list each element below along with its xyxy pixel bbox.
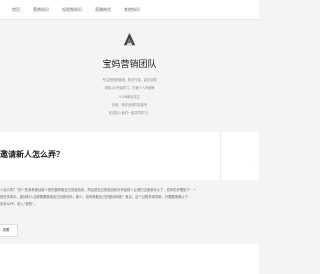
post-title[interactable]: 邀请新人怎么弄？	[0, 149, 64, 160]
nav-item-other[interactable]: 其他知识	[124, 7, 140, 13]
excerpt-line: 人怎么弄？”的一些参考邀请新人首先要获取自己的邀请码，然后把自己的邀请码分享给别…	[0, 188, 197, 192]
site-logo-icon[interactable]	[120, 30, 139, 49]
tagline-line: 抖音、快手全网同名账号	[111, 103, 148, 107]
tagline-line: 欢迎加入我们一起共同学习！	[108, 111, 151, 115]
nav-item-short-video[interactable]: 短视频知识	[62, 7, 82, 13]
nav-item-livestream[interactable]: 直播带货	[95, 7, 111, 13]
excerpt-line: 的好多事中，邀请别人注册需要使用自己的邀请码，那么，如何获取自己的邀请码呢？其实…	[0, 195, 188, 199]
next-post-card	[0, 244, 259, 274]
excerpt-line: 多多从PP，进入“我的”。	[0, 202, 38, 206]
top-navigation: 首页 营销知识 短视频知识 直播带货 其他知识	[0, 0, 259, 20]
post-excerpt: 人怎么弄？”的一些参考邀请新人首先要获取自己的邀请码，然后把自己的邀请码分享给别…	[0, 187, 259, 208]
tagline-line: 带你从0开始学习，打造个人IP品牌	[104, 86, 155, 90]
tagline-line: 5.2W粉丝关注	[119, 95, 140, 99]
nav-item-home[interactable]: 首页	[12, 7, 20, 13]
tagline-line: 专注短视频营销，知识付费，副业变现	[102, 78, 157, 82]
site-header: 宝妈营销团队 专注短视频营销，知识付费，副业变现 带你从0开始学习，打造个人IP…	[0, 20, 259, 132]
side-arrow-icon: ›	[253, 162, 255, 166]
site-title[interactable]: 宝妈营销团队	[0, 57, 259, 70]
post-side-panel: ›	[221, 132, 259, 180]
nav-item-marketing[interactable]: 营销知识	[33, 7, 49, 13]
read-more-button[interactable]: 查看	[0, 224, 18, 237]
post-title-card: 邀请新人怎么弄？	[0, 132, 221, 180]
